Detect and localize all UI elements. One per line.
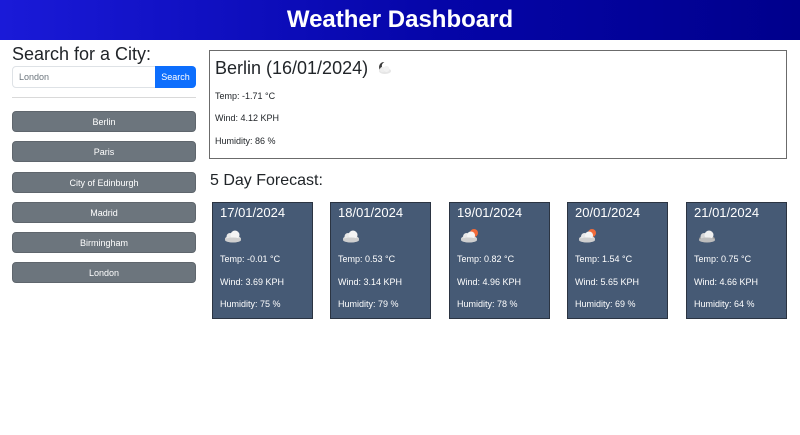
forecast-temp: Temp: 1.54 °C: [575, 254, 633, 264]
forecast-card: 21/01/2024 Temp: 0.75 °C Wind: 4.66 KPH …: [686, 202, 787, 319]
sun-cloud-icon: [460, 228, 480, 243]
forecast-date: 18/01/2024: [338, 205, 404, 220]
cloud-icon: [697, 228, 717, 243]
history-button-berlin[interactable]: Berlin: [12, 111, 196, 132]
forecast-date: 17/01/2024: [220, 205, 286, 220]
forecast-temp: Temp: 0.75 °C: [694, 254, 752, 264]
forecast-wind: Wind: 3.69 KPH: [220, 277, 285, 287]
forecast-wind: Wind: 3.14 KPH: [338, 277, 403, 287]
forecast-temp: Temp: -0.01 °C: [220, 254, 281, 264]
sun-cloud-icon: [578, 228, 598, 243]
forecast-title: 5 Day Forecast:: [210, 172, 323, 189]
current-humidity: Humidity: 86 %: [215, 136, 276, 146]
current-temp: Temp: -1.71 °C: [215, 91, 276, 101]
current-wind: Wind: 4.12 KPH: [215, 113, 280, 123]
search-input[interactable]: [12, 66, 157, 88]
forecast-temp: Temp: 0.82 °C: [457, 254, 515, 264]
history-button-madrid[interactable]: Madrid: [12, 202, 196, 223]
forecast-humidity: Humidity: 64 %: [694, 299, 755, 309]
history-button-city-of-edinburgh[interactable]: City of Edinburgh: [12, 172, 196, 193]
page-title: Weather Dashboard: [286, 6, 514, 33]
forecast-wind: Wind: 4.66 KPH: [694, 277, 759, 287]
forecast-date: 19/01/2024: [457, 205, 523, 220]
forecast-wind: Wind: 4.96 KPH: [457, 277, 522, 287]
forecast-card: 20/01/2024 Temp: 1.54 °C Wind: 5.65 KPH …: [567, 202, 668, 319]
history-button-paris[interactable]: Paris: [12, 141, 196, 162]
moon-cloud-icon: [375, 61, 393, 75]
cloud-icon: [223, 228, 243, 243]
forecast-humidity: Humidity: 79 %: [338, 299, 399, 309]
forecast-humidity: Humidity: 69 %: [575, 299, 636, 309]
forecast-temp: Temp: 0.53 °C: [338, 254, 396, 264]
search-title: Search for a City:: [12, 44, 152, 64]
history-button-london[interactable]: London: [12, 262, 196, 283]
forecast-date: 20/01/2024: [575, 205, 641, 220]
current-weather-panel: Berlin (16/01/2024) Temp: -1.71 °C Wind:…: [209, 50, 787, 159]
current-city-date: Berlin (16/01/2024): [215, 58, 369, 78]
forecast-humidity: Humidity: 75 %: [220, 299, 281, 309]
forecast-humidity: Humidity: 78 %: [457, 299, 518, 309]
forecast-card: 19/01/2024 Temp: 0.82 °C Wind: 4.96 KPH …: [449, 202, 550, 319]
cloud-icon: [341, 228, 361, 243]
history-button-birmingham[interactable]: Birmingham: [12, 232, 196, 253]
forecast-date: 21/01/2024: [694, 205, 760, 220]
app-header: Weather Dashboard: [0, 0, 800, 40]
forecast-card: 18/01/2024 Temp: 0.53 °C Wind: 3.14 KPH …: [330, 202, 431, 319]
search-button[interactable]: Search: [155, 66, 196, 88]
forecast-wind: Wind: 5.65 KPH: [575, 277, 640, 287]
forecast-card: 17/01/2024 Temp: -0.01 °C Wind: 3.69 KPH…: [212, 202, 313, 319]
sidebar-divider: [12, 97, 196, 98]
